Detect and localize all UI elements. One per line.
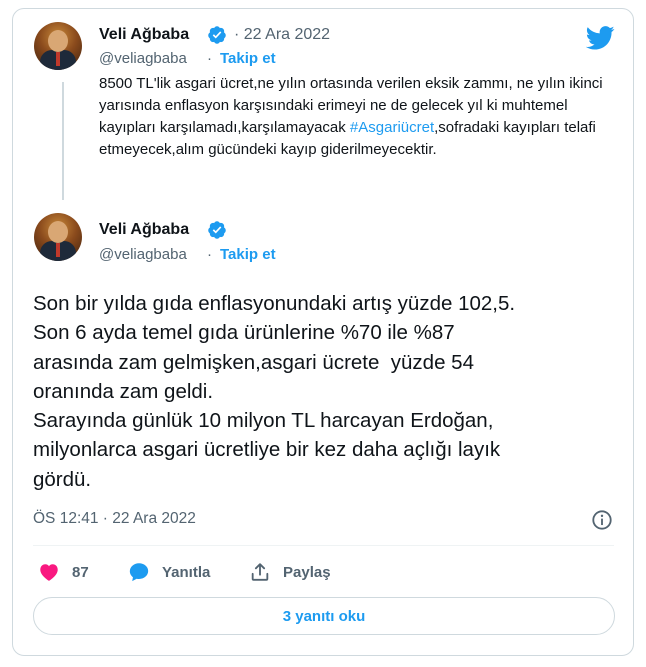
author-handle[interactable]: @veliagbaba [99, 50, 187, 67]
info-icon[interactable] [591, 509, 613, 531]
tweet-text-line: Son 6 ayda temel gıda ürünlerine %70 ile… [33, 321, 455, 345]
author-name[interactable]: Veli Ağbaba [99, 26, 189, 44]
tweet-text-line: Son bir yılda gıda enflasyonundaki artış… [33, 292, 516, 315]
separator-dot: · [207, 246, 212, 263]
separator-dot: · [207, 50, 212, 67]
like-count: 87 [72, 563, 89, 581]
tweet-text: Son bir yılda gıda enflasyonundaki artış… [33, 289, 623, 494]
tweet-timestamp[interactable]: ÖS 12:41 · 22 Ara 2022 [33, 510, 196, 528]
tweet-text-line: milyonlarca asgari ücretliye bir kez dah… [33, 438, 501, 462]
twitter-bird-icon[interactable] [586, 26, 615, 50]
reply-bubble-icon [129, 563, 149, 582]
tweet-text-line: Sarayında günlük 10 milyon TL harcayan E… [33, 409, 494, 433]
share-button[interactable]: Paylaş [249, 560, 331, 584]
hashtag-link[interactable]: #Asgariücret [350, 119, 434, 136]
avatar[interactable] [34, 213, 82, 261]
share-label: Paylaş [283, 563, 331, 581]
author-handle[interactable]: @veliagbaba [99, 246, 187, 263]
tweet-text-line: gördü. [33, 467, 92, 491]
like-button[interactable]: 87 [38, 560, 89, 584]
avatar[interactable] [34, 22, 82, 70]
follow-button[interactable]: Takip et [220, 246, 276, 263]
heart-icon [40, 564, 58, 581]
read-replies-button[interactable]: 3 yanıtı oku [33, 597, 615, 635]
thread-connector-line [62, 82, 64, 200]
author-name[interactable]: Veli Ağbaba [99, 221, 189, 239]
tweet-date[interactable]: · 22 Ara 2022 [234, 26, 330, 44]
reply-label: Yanıtla [162, 563, 211, 581]
verified-badge-icon [208, 26, 226, 44]
reply-button[interactable]: Yanıtla [128, 560, 210, 584]
verified-badge-icon [208, 221, 226, 239]
tweet-text-line: arasında zam gelmişken,asgari ücrete yüz… [33, 350, 474, 374]
divider [33, 545, 614, 546]
quoted-tweet-text: 8500 TL'lik asgari ücret,ne yılın ortası… [99, 75, 603, 158]
share-icon [251, 563, 269, 581]
tweet-text-line: oranında zam geldi. [33, 379, 214, 403]
follow-button[interactable]: Takip et [220, 50, 276, 67]
